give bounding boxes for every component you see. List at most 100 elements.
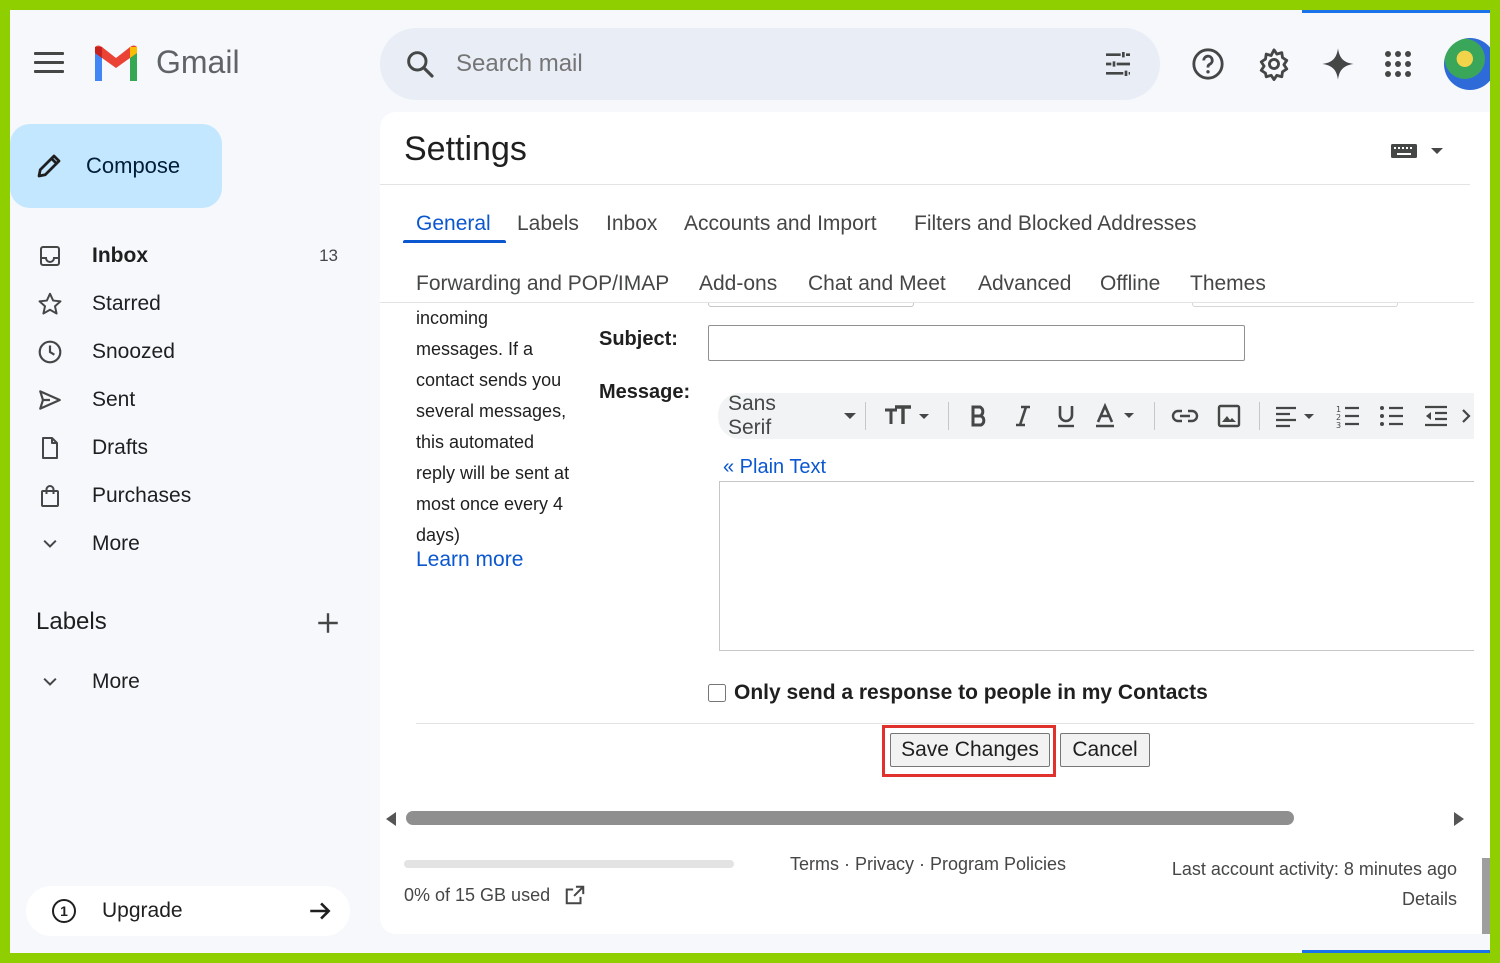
tab-filters-and-blocked[interactable]: Filters and Blocked Addresses [914,212,1196,236]
scroll-left-arrow-icon[interactable] [386,812,396,826]
bold-button[interactable] [960,397,998,435]
settings-gear-icon[interactable] [1256,46,1292,82]
search-input[interactable] [456,50,1056,78]
learn-more-link[interactable]: Learn more [416,548,523,572]
settings-panel: Settings General Labels Inbox Accounts a… [380,112,1490,934]
toolbar-separator [1259,402,1261,430]
keyboard-icon [1391,144,1417,158]
vacation-responder-section: incoming messages. If a contact sends yo… [380,303,1474,803]
tab-inbox[interactable]: Inbox [606,212,657,236]
vertical-scrollbar[interactable] [1482,858,1490,934]
font-family-select[interactable]: Sans Serif [728,392,857,440]
tab-themes[interactable]: Themes [1190,272,1266,296]
chevron-down-icon [36,530,64,558]
gmail-logo-text: Gmail [156,44,240,80]
input-tools-toggle[interactable] [1390,142,1444,160]
tab-labels[interactable]: Labels [517,212,579,236]
gmail-m-icon [95,45,137,81]
compose-button[interactable]: Compose [10,124,222,208]
indent-less-icon [1424,405,1447,427]
search-icon[interactable] [404,48,436,80]
sidebar-item-label: Drafts [92,436,149,459]
scrollbar-thumb[interactable] [406,811,1294,825]
search-bar[interactable] [380,28,1160,100]
labels-heading: Labels [36,608,107,635]
storage-meter [404,860,734,868]
sidebar-item-drafts[interactable]: Drafts [36,426,356,470]
open-external-icon[interactable] [564,884,586,906]
subject-field[interactable] [708,325,1245,361]
bold-icon [971,405,985,427]
description-line: messages. If a [416,339,534,359]
date-field-partial[interactable] [1192,303,1398,307]
numbered-list-button[interactable]: 123 [1329,397,1367,435]
tab-advanced[interactable]: Advanced [978,272,1071,296]
text-color-button[interactable] [1091,397,1143,435]
align-button[interactable] [1271,397,1323,435]
tab-add-ons[interactable]: Add-ons [699,272,777,296]
apps-grid-icon[interactable] [1380,46,1416,82]
terms-link[interactable]: Terms [790,854,839,874]
sidebar-item-more[interactable]: More [36,522,356,566]
message-body-editor[interactable] [719,481,1474,651]
active-tab-indicator [403,240,506,243]
sidebar-item-sent[interactable]: Sent [36,378,356,422]
tab-offline[interactable]: Offline [1100,272,1160,296]
sidebar-item-purchases[interactable]: Purchases [36,474,356,518]
underline-icon [1058,406,1075,428]
activity-details-link[interactable]: Details [1172,884,1457,914]
tab-forwarding-pop-imap[interactable]: Forwarding and POP/IMAP [416,272,669,296]
program-policies-link[interactable]: Program Policies [930,854,1066,874]
date-field-partial[interactable] [708,303,914,307]
page-title: Settings [404,130,527,168]
svg-text:3: 3 [1336,421,1341,428]
gmail-logo[interactable]: Gmail [92,44,240,81]
tab-general[interactable]: General [416,212,491,236]
sidebar-item-label: Snoozed [92,340,175,363]
only-contacts-checkbox[interactable] [708,684,726,702]
add-label-plus-icon[interactable] [315,610,341,636]
labels-more-label: More [92,670,140,693]
underline-button[interactable] [1047,397,1085,435]
last-activity-text: Last account activity: 8 minutes ago [1171,859,1457,879]
compose-label: Compose [86,153,181,178]
sidebar-item-snoozed[interactable]: Snoozed [36,330,356,374]
sidebar-item-label: More [92,532,140,555]
numbered-list-icon: 123 [1336,405,1360,428]
indent-less-button[interactable] [1417,397,1455,435]
insert-link-button[interactable] [1166,397,1204,435]
tab-accounts-and-import[interactable]: Accounts and Import [684,212,877,236]
scroll-right-arrow-icon[interactable] [1454,812,1464,826]
send-icon [36,386,64,414]
save-changes-button[interactable]: Save Changes [890,733,1050,767]
description-line: days) [416,525,461,545]
toolbar-separator [864,402,866,430]
horizontal-scrollbar[interactable] [380,806,1474,830]
font-size-button[interactable] [877,397,937,435]
description-line: most once every 4 [416,494,564,514]
italic-button[interactable] [1004,397,1042,435]
plain-text-link[interactable]: « Plain Text [723,456,826,479]
search-options-icon[interactable] [1102,48,1134,80]
sidebar-item-starred[interactable]: Starred [36,282,356,326]
cancel-button[interactable]: Cancel [1060,733,1150,767]
main-menu-icon[interactable] [34,52,64,76]
more-formatting-button[interactable] [1461,397,1474,435]
sidebar-item-inbox[interactable]: Inbox 13 [36,234,356,278]
labels-more[interactable]: More [36,660,356,704]
storage-usage-text: 0% of 15 GB used [404,884,551,905]
sidebar-item-label: Starred [92,292,161,315]
italic-icon [1015,405,1030,427]
link-separator: · [839,854,855,874]
insert-image-button[interactable] [1210,397,1248,435]
bulleted-list-button[interactable] [1373,397,1411,435]
gemini-sparkle-icon[interactable] [1320,46,1356,82]
image-icon [1218,404,1241,428]
only-contacts-option[interactable]: Only send a response to people in my Con… [708,681,1208,705]
privacy-link[interactable]: Privacy [855,854,914,874]
help-icon[interactable] [1190,46,1226,82]
tab-chat-and-meet[interactable]: Chat and Meet [808,272,946,296]
account-avatar[interactable] [1444,38,1490,90]
upgrade-button[interactable]: 1 Upgrade [26,886,350,936]
description-line: several messages, [416,401,567,421]
